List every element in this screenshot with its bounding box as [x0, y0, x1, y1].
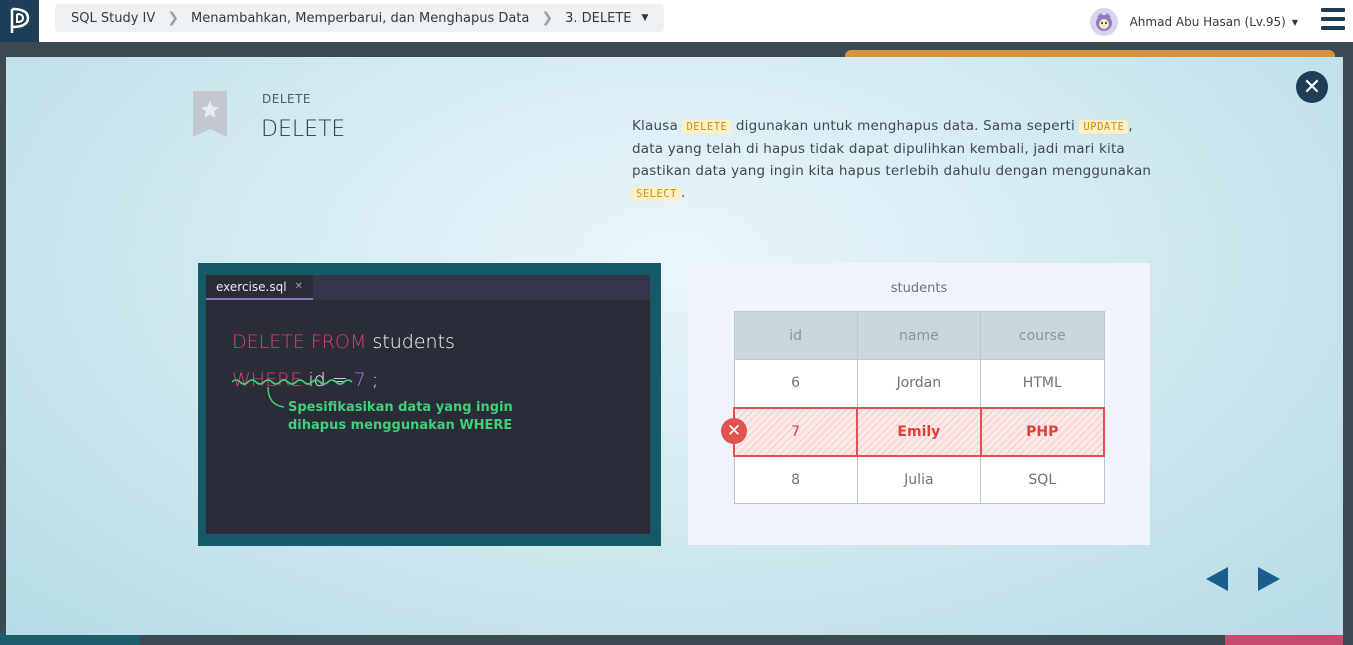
lesson-modal: ✕ DELETE DELETE Klausa DELETE digunakan …	[6, 57, 1343, 635]
desc-text: Klausa	[632, 118, 683, 134]
editor-tab-bar: exercise.sql ✕	[206, 275, 650, 300]
bookmark-star-icon	[193, 91, 227, 137]
previous-arrow-icon[interactable]	[1206, 567, 1228, 591]
lesson-description: Klausa DELETE digunakan untuk menghapus …	[632, 115, 1152, 205]
delete-x-icon: ✕	[721, 418, 747, 444]
keyword-select: SELECT	[632, 187, 681, 201]
keyword-delete: DELETE	[682, 120, 732, 134]
table-row-deleted: 7 Emily PHP	[732, 406, 1106, 457]
code-keyword: DELETE FROM	[232, 331, 367, 353]
top-bar: SQL Study IV ❯ Menambahkan, Memperbarui,…	[0, 0, 1353, 42]
breadcrumb-course[interactable]: SQL Study IV	[71, 11, 155, 26]
table-cell: PHP	[979, 406, 1106, 457]
table-row: 8 Julia SQL	[733, 455, 1105, 504]
code-text: students	[366, 331, 455, 353]
code-line-1: DELETE FROM students	[232, 323, 455, 361]
code-editor-frame: exercise.sql ✕ DELETE FROM students WHER…	[198, 263, 661, 546]
editor-tab[interactable]: exercise.sql ✕	[206, 275, 313, 300]
table-cell: 8	[733, 455, 858, 504]
chevron-right-icon: ❯	[167, 10, 179, 26]
close-icon[interactable]: ✕	[1296, 71, 1328, 103]
table-cell: Emily	[856, 406, 982, 457]
avatar	[1089, 8, 1118, 36]
table-cell: Julia	[856, 455, 982, 504]
lesson-title: DELETE	[261, 117, 346, 142]
close-tab-icon[interactable]: ✕	[295, 281, 303, 292]
squiggle-underline	[231, 379, 353, 385]
editor-tab-label: exercise.sql	[216, 279, 287, 294]
code-editor: exercise.sql ✕ DELETE FROM students WHER…	[206, 275, 650, 534]
table-header-row: id name course	[733, 311, 1105, 360]
breadcrumb: SQL Study IV ❯ Menambahkan, Memperbarui,…	[55, 4, 665, 32]
table-cell: SQL	[980, 455, 1105, 504]
caret-down-icon[interactable]: ▼	[642, 13, 649, 23]
annotation-line-2: dihapus menggunakan WHERE	[288, 418, 513, 433]
user-menu[interactable]: Ahmad Abu Hasan (Lv.95) ▼	[1089, 8, 1298, 36]
code-text: ;	[365, 369, 379, 391]
column-header: course	[980, 311, 1105, 360]
code-annotation: Spesifikasikan data yang ingin dihapus m…	[288, 399, 513, 435]
breadcrumb-lesson[interactable]: 3. DELETE	[565, 11, 631, 26]
table-title: students	[890, 281, 948, 296]
table-panel: students id name course 6 Jordan HTML 7 …	[688, 263, 1150, 545]
column-header: id	[733, 311, 858, 360]
background-footer-right	[1225, 635, 1343, 645]
logo-icon[interactable]	[0, 0, 39, 42]
lesson-subtitle: DELETE	[262, 92, 312, 106]
annotation-connector	[267, 387, 285, 408]
table-cell: 7	[732, 406, 859, 457]
table-cell: 6	[733, 359, 858, 408]
slide-navigation	[1206, 567, 1280, 591]
desc-text: digunakan untuk menghapus data. Sama sep…	[731, 118, 1080, 134]
desc-text: .	[680, 185, 686, 201]
breadcrumb-chapter[interactable]: Menambahkan, Memperbarui, dan Menghapus …	[191, 11, 529, 26]
table-cell: Jordan	[856, 359, 982, 408]
column-header: name	[856, 311, 982, 360]
students-table: id name course 6 Jordan HTML 7 Emily PHP…	[732, 311, 1106, 504]
next-arrow-icon[interactable]	[1258, 567, 1280, 591]
chevron-right-icon: ❯	[541, 10, 554, 26]
caret-down-icon[interactable]: ▼	[1292, 18, 1298, 27]
hamburger-menu-icon[interactable]	[1321, 8, 1345, 30]
table-row: 6 Jordan HTML	[733, 359, 1105, 408]
annotation-line-1: Spesifikasikan data yang ingin	[288, 400, 513, 415]
user-name[interactable]: Ahmad Abu Hasan (Lv.95)	[1130, 15, 1286, 29]
table-cell: HTML	[980, 359, 1105, 408]
keyword-update: UPDATE	[1079, 120, 1129, 134]
